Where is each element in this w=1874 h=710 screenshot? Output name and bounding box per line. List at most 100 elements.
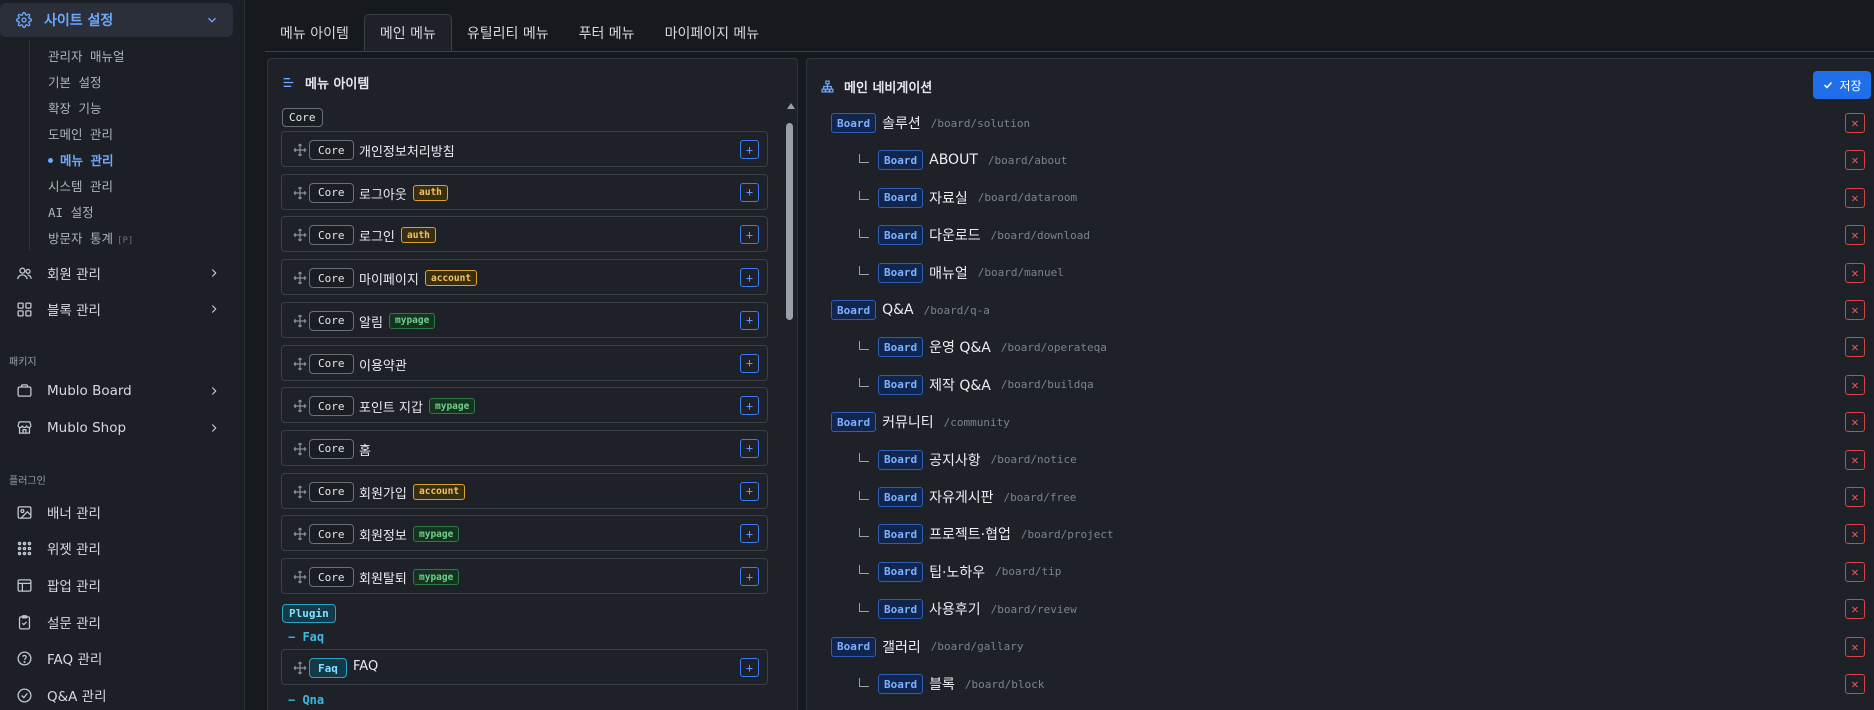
nav-item-child[interactable]: Board 프로젝트·협업/board/project bbox=[859, 523, 1114, 545]
sidebar-sub-item-system[interactable]: 시스템 관리 bbox=[48, 176, 113, 195]
nav-item-child[interactable]: Board 블록/board/block bbox=[859, 673, 1044, 695]
nav-item-root[interactable]: Board Q&A/board/q-a bbox=[831, 299, 990, 321]
menu-item-row[interactable]: Core 회원탈퇴 mypage + bbox=[281, 558, 768, 594]
sidebar-sub-item-menu[interactable]: 메뉴 관리 bbox=[48, 150, 114, 169]
drag-handle-icon[interactable] bbox=[292, 484, 308, 500]
drag-handle-icon[interactable] bbox=[292, 185, 308, 201]
sidebar-item-mublo-board[interactable]: Mublo Board bbox=[16, 382, 221, 399]
delete-item-button[interactable]: ✕ bbox=[1845, 150, 1865, 171]
nav-item-child[interactable]: Board 자유게시판/board/free bbox=[859, 486, 1076, 508]
subgroup-qna-label[interactable]: − Qna bbox=[288, 693, 324, 707]
add-item-button[interactable]: + bbox=[740, 353, 759, 373]
subgroup-faq-label[interactable]: − Faq bbox=[288, 630, 324, 644]
add-item-button[interactable]: + bbox=[740, 225, 759, 245]
save-button[interactable]: 저장 bbox=[1813, 71, 1871, 99]
nav-item-child[interactable]: Board ABOUT/board/about bbox=[859, 149, 1067, 171]
nav-item-child[interactable]: Board 사용후기/board/review bbox=[859, 598, 1077, 620]
menu-item-row[interactable]: Core 홈 + bbox=[281, 429, 768, 466]
add-item-button[interactable]: + bbox=[740, 310, 759, 330]
tree-elbow bbox=[859, 340, 869, 350]
sidebar-item-banner[interactable]: 배너 관리 bbox=[16, 502, 221, 522]
menu-item-row[interactable]: Core 마이페이지 account + bbox=[281, 259, 768, 296]
delete-item-button[interactable]: ✕ bbox=[1845, 487, 1865, 507]
delete-item-button[interactable]: ✕ bbox=[1845, 225, 1865, 246]
nav-item-child[interactable]: Board 다운로드/board/download bbox=[859, 224, 1090, 246]
sidebar-sub-item-ai[interactable]: AI 설정 bbox=[48, 202, 94, 221]
menu-item-row[interactable]: Core 개인정보처리방침 + bbox=[281, 131, 768, 167]
add-item-button[interactable]: + bbox=[740, 182, 759, 202]
scrollbar-thumb[interactable] bbox=[786, 123, 793, 320]
delete-item-button[interactable]: ✕ bbox=[1845, 300, 1865, 320]
menu-item-row[interactable]: Core 로그인 auth + bbox=[281, 216, 768, 253]
sidebar-item-popup[interactable]: 팝업 관리 bbox=[16, 575, 221, 595]
sidebar-item-qna[interactable]: Q&A 관리 bbox=[16, 685, 221, 705]
add-item-button[interactable]: + bbox=[740, 268, 759, 288]
nav-item-root[interactable]: Board 갤러리/board/gallary bbox=[831, 636, 1023, 658]
menu-item-row[interactable]: Core 포인트 지갑 mypage + bbox=[281, 387, 768, 424]
menu-item-row[interactable]: Core 회원정보 mypage + bbox=[281, 515, 768, 552]
nav-item-root[interactable]: Board 커뮤니티/community bbox=[831, 411, 1010, 433]
delete-item-button[interactable]: ✕ bbox=[1845, 374, 1865, 395]
menu-item-row[interactable]: Faq FAQ + bbox=[281, 649, 768, 685]
delete-item-button[interactable]: ✕ bbox=[1845, 337, 1865, 358]
board-badge: Board bbox=[878, 374, 924, 395]
drag-handle-icon[interactable] bbox=[292, 569, 308, 585]
scroll-up-arrow-icon[interactable] bbox=[787, 103, 795, 109]
sidebar-item-faq[interactable]: FAQ 관리 bbox=[16, 648, 221, 668]
delete-item-button[interactable]: ✕ bbox=[1845, 599, 1865, 620]
sidebar-sub-item-visitor-stats[interactable]: 방문자 통계 [P] bbox=[48, 228, 133, 247]
tab-menu-items[interactable]: 메뉴 아이템 bbox=[265, 14, 364, 52]
drag-handle-icon[interactable] bbox=[292, 313, 308, 329]
add-item-button[interactable]: + bbox=[740, 396, 759, 416]
tab-main-menu[interactable]: 메인 메뉴 bbox=[363, 14, 452, 52]
drag-handle-icon[interactable] bbox=[292, 356, 308, 372]
menu-item-row[interactable]: Core 로그아웃 auth + bbox=[281, 173, 768, 210]
add-item-button[interactable]: + bbox=[740, 481, 759, 501]
nav-item-child[interactable]: Board 운영 Q&A/board/operateqa bbox=[859, 336, 1107, 358]
add-item-button[interactable]: + bbox=[740, 438, 759, 458]
sidebar-item-members[interactable]: 회원 관리 bbox=[16, 263, 221, 283]
sidebar-item-widget[interactable]: 위젯 관리 bbox=[16, 538, 221, 558]
nav-item-child[interactable]: Board 공지사항/board/notice bbox=[859, 449, 1077, 471]
delete-item-button[interactable]: ✕ bbox=[1845, 449, 1865, 470]
add-item-button[interactable]: + bbox=[740, 140, 759, 159]
nav-item-root[interactable]: Board 솔루션/board/solution bbox=[831, 112, 1030, 134]
nav-item-child[interactable]: Board 매뉴얼/board/manuel bbox=[859, 262, 1064, 284]
sidebar-item-blocks[interactable]: 블록 관리 bbox=[16, 299, 221, 319]
tab-mypage-menu[interactable]: 마이페이지 메뉴 bbox=[650, 14, 775, 52]
delete-item-button[interactable]: ✕ bbox=[1845, 262, 1865, 283]
add-item-button[interactable]: + bbox=[740, 524, 759, 544]
tab-footer-menu[interactable]: 푸터 메뉴 bbox=[564, 14, 650, 52]
delete-item-button[interactable]: ✕ bbox=[1845, 113, 1865, 133]
sidebar-item-survey[interactable]: 설문 관리 bbox=[16, 612, 221, 632]
delete-item-button[interactable]: ✕ bbox=[1845, 636, 1865, 657]
sidebar-sub-item-manual[interactable]: 관리자 매뉴얼 bbox=[48, 46, 125, 65]
delete-item-button[interactable]: ✕ bbox=[1845, 524, 1865, 545]
drag-handle-icon[interactable] bbox=[292, 398, 308, 414]
sidebar-sub-item-basic-settings[interactable]: 기본 설정 bbox=[48, 72, 102, 91]
drag-handle-icon[interactable] bbox=[292, 270, 308, 286]
menu-item-row[interactable]: Core 알림 mypage + bbox=[281, 301, 768, 338]
sidebar-sub-item-extensions[interactable]: 확장 기능 bbox=[48, 98, 102, 117]
nav-item-child[interactable]: Board 제작 Q&A/board/buildqa bbox=[859, 374, 1094, 396]
delete-item-button[interactable]: ✕ bbox=[1845, 412, 1865, 433]
menu-item-row[interactable]: Core 회원가입 account + bbox=[281, 472, 768, 509]
drag-handle-icon[interactable] bbox=[292, 142, 308, 158]
menu-item-row[interactable]: Core 이용약관 + bbox=[281, 344, 768, 381]
nav-item-child[interactable]: Board 자료실/board/dataroom bbox=[859, 187, 1077, 209]
drag-handle-icon[interactable] bbox=[292, 441, 308, 457]
nav-item-child[interactable]: Board 팁·노하우/board/tip bbox=[859, 561, 1061, 583]
sidebar-sub-item-domain[interactable]: 도메인 관리 bbox=[48, 124, 113, 143]
drag-handle-icon[interactable] bbox=[292, 526, 308, 542]
drag-handle-icon[interactable] bbox=[292, 660, 308, 676]
sidebar-item-mublo-shop[interactable]: Mublo Shop bbox=[16, 419, 221, 436]
add-item-button[interactable]: + bbox=[740, 567, 759, 586]
tab-utility-menu[interactable]: 유틸리티 메뉴 bbox=[452, 14, 564, 52]
tree-elbow bbox=[859, 677, 869, 687]
add-item-button[interactable]: + bbox=[740, 658, 759, 677]
delete-item-button[interactable]: ✕ bbox=[1845, 674, 1865, 694]
delete-item-button[interactable]: ✕ bbox=[1845, 187, 1865, 208]
sidebar-section-site-settings[interactable]: 사이트 설정 bbox=[0, 3, 233, 37]
drag-handle-icon[interactable] bbox=[292, 227, 308, 243]
delete-item-button[interactable]: ✕ bbox=[1845, 561, 1865, 582]
